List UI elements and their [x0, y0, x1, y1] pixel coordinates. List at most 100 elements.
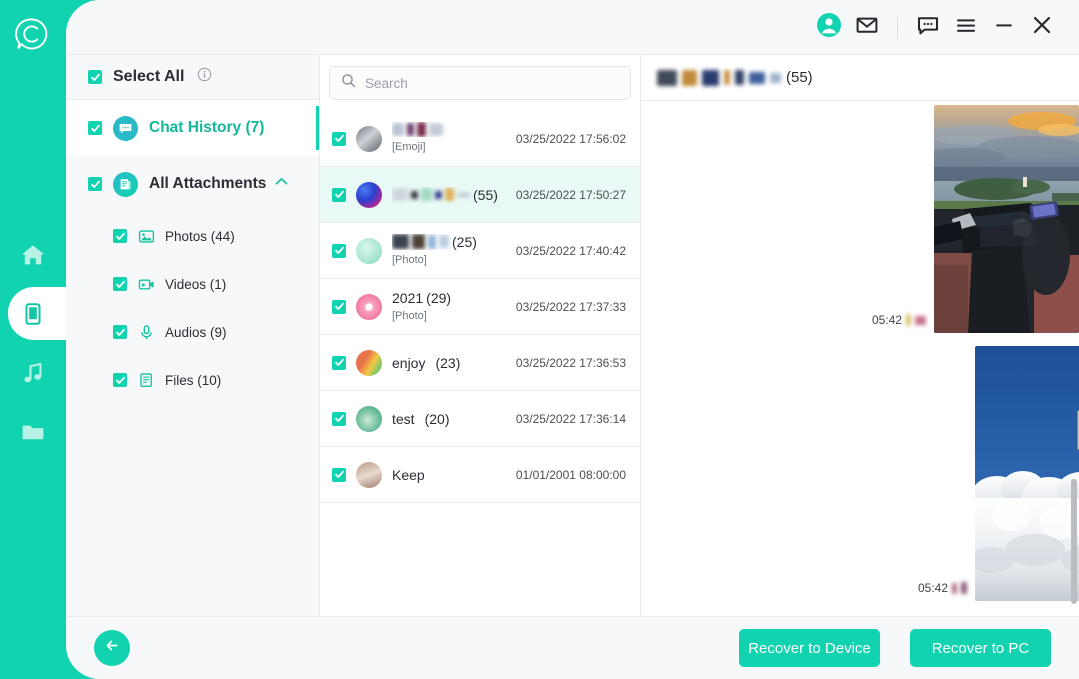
list-item-title: Keep [392, 466, 425, 483]
list-item[interactable]: (25) [Photo] 03/25/2022 17:40:42 [320, 223, 640, 279]
rail-item-device[interactable] [0, 284, 98, 343]
list-item[interactable]: enjoy (23) 03/25/2022 17:36:53 [320, 335, 640, 391]
close-button[interactable] [1023, 9, 1061, 47]
redacted-text [457, 192, 470, 197]
avatar [356, 237, 382, 264]
list-item-count: (23) [435, 354, 461, 371]
chat-list: [Emoji] 03/25/2022 17:56:02 (55) 03/25/2… [320, 111, 640, 503]
hamburger-menu-icon [954, 13, 978, 42]
row-checkbox[interactable] [332, 187, 346, 202]
tree-node-chat-history[interactable]: Chat History (7) [66, 100, 319, 156]
folder-icon [20, 419, 46, 445]
message-photo[interactable] [934, 105, 1079, 333]
list-item-content: (55) [392, 187, 506, 203]
menu-button[interactable] [947, 9, 985, 47]
list-item-time: 03/25/2022 17:56:02 [515, 131, 626, 146]
redacted-text [392, 234, 409, 249]
user-avatar-icon [816, 12, 842, 43]
arrow-left-icon [103, 636, 122, 660]
preview-message-count: (55) [786, 69, 813, 86]
avatar [356, 349, 382, 376]
tree-child-audios[interactable]: Audios (9) [66, 308, 319, 356]
main-window: Select All Chat History (7) All Attachme… [66, 0, 1079, 679]
back-button[interactable] [94, 630, 130, 666]
tree-child-videos[interactable]: Videos (1) [66, 260, 319, 308]
feedback-button[interactable] [909, 9, 947, 47]
search-input[interactable] [365, 75, 619, 91]
avatar [356, 405, 382, 432]
info-circle-icon[interactable] [197, 67, 212, 87]
row-checkbox[interactable] [332, 131, 346, 146]
music-note-icon [20, 360, 46, 386]
category-tree-panel: Select All Chat History (7) All Attachme… [66, 55, 320, 616]
select-all-label: Select All [113, 68, 185, 85]
list-item-name: test (20) [392, 411, 506, 427]
list-item-preview: [Emoji] [392, 141, 426, 153]
message-photo[interactable] [975, 346, 1079, 601]
list-item-preview: [Photo] [392, 309, 427, 322]
list-item-time: 01/01/2001 08:00:00 [515, 467, 626, 482]
audios-checkbox[interactable] [113, 325, 127, 339]
list-item-content: 2021 (29) [Photo] [392, 290, 506, 324]
message-scroll-area[interactable]: 05:42 05:42 [641, 101, 1079, 616]
redacted-text [421, 188, 432, 201]
preview-scrollbar-thumb[interactable] [1071, 479, 1077, 604]
recover-to-pc-button[interactable]: Recover to PC [910, 629, 1051, 667]
account-button[interactable] [810, 9, 848, 47]
rail-item-files[interactable] [0, 402, 66, 461]
minimize-button[interactable] [985, 9, 1023, 47]
redacted-text [439, 235, 449, 248]
videos-checkbox[interactable] [113, 277, 127, 291]
redacted-text [657, 69, 677, 86]
mail-button[interactable] [848, 9, 886, 47]
all-attachments-checkbox[interactable] [88, 177, 102, 191]
list-item-preview: [Photo] [392, 253, 427, 266]
redacted-text [770, 72, 781, 83]
title-bar [66, 0, 1079, 55]
list-item-count: (25) [452, 233, 477, 250]
select-all-checkbox[interactable] [88, 70, 102, 84]
list-item[interactable]: (55) 03/25/2022 17:50:27 [320, 167, 640, 223]
list-item[interactable]: Keep 01/01/2001 08:00:00 [320, 447, 640, 503]
list-item-time: 03/25/2022 17:50:27 [515, 187, 626, 202]
row-checkbox[interactable] [332, 467, 346, 482]
list-item[interactable]: test (20) 03/25/2022 17:36:14 [320, 391, 640, 447]
chat-history-label: Chat History (7) [149, 119, 265, 136]
tree-child-files[interactable]: Files (10) [66, 356, 319, 404]
list-item-content: test (20) [392, 411, 506, 427]
tree-child-photos[interactable]: Photos (44) [66, 212, 319, 260]
list-item-name: (55) [392, 187, 506, 203]
search-icon [341, 73, 356, 93]
select-all-row[interactable]: Select All [66, 55, 319, 100]
list-item[interactable]: [Emoji] 03/25/2022 17:56:02 [320, 111, 640, 167]
app-logo-icon [13, 15, 51, 53]
recover-to-device-button[interactable]: Recover to Device [739, 629, 880, 667]
files-checkbox[interactable] [113, 373, 127, 387]
row-checkbox[interactable] [332, 411, 346, 426]
tree-node-all-attachments[interactable]: All Attachments [66, 156, 319, 212]
photos-checkbox[interactable] [113, 229, 127, 243]
row-checkbox[interactable] [332, 299, 346, 314]
list-item-name: 2021 (29) [392, 290, 506, 306]
row-checkbox[interactable] [332, 243, 346, 258]
redacted-text [735, 70, 744, 85]
list-item[interactable]: 2021 (29) [Photo] 03/25/2022 17:37:33 [320, 279, 640, 335]
search-box[interactable] [329, 66, 631, 100]
rail-item-music[interactable] [0, 343, 66, 402]
rail-item-home[interactable] [0, 225, 66, 284]
chat-history-checkbox[interactable] [88, 121, 102, 135]
avatar [356, 461, 382, 488]
list-item-count: (29) [426, 289, 452, 306]
redacted-text [429, 123, 443, 136]
audios-label: Audios (9) [165, 324, 227, 340]
row-checkbox[interactable] [332, 355, 346, 370]
redacted-text [392, 188, 408, 201]
chat-bubble-icon [916, 13, 940, 42]
list-item-content: Keep [392, 467, 506, 483]
list-item-name [392, 122, 506, 137]
chevron-up-icon[interactable] [274, 174, 289, 194]
list-item-title: test [392, 410, 415, 427]
list-item-name: Keep [392, 467, 506, 483]
redacted-text [682, 69, 697, 86]
redacted-text [445, 188, 454, 201]
